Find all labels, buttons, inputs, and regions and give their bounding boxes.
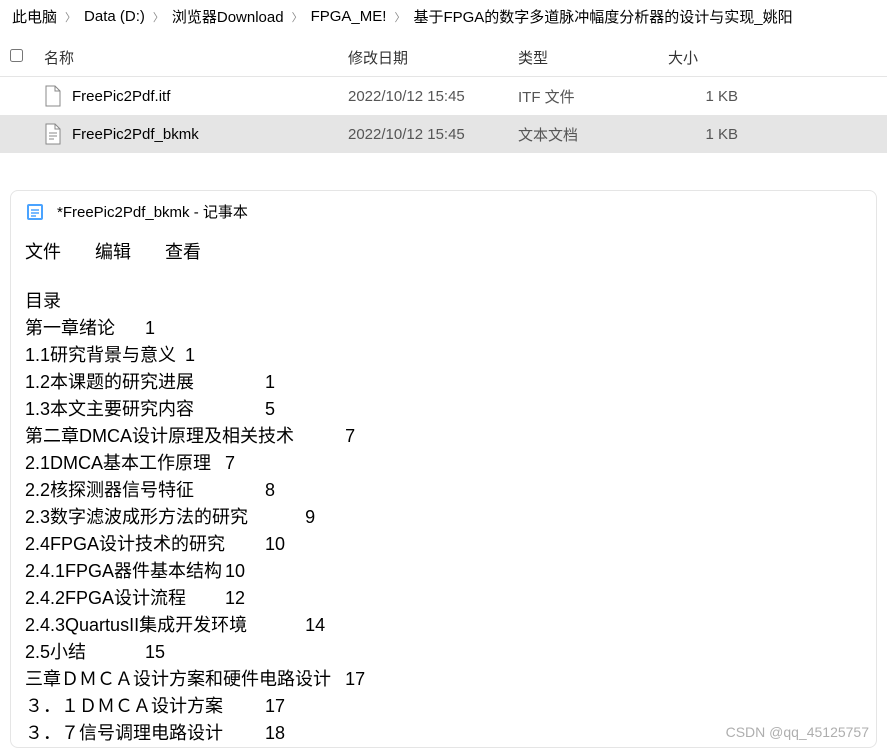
file-list-header: 名称 修改日期 类型 大小: [0, 41, 887, 77]
breadcrumb-item[interactable]: FPGA_ME!: [311, 8, 387, 25]
file-row[interactable]: FreePic2Pdf_bkmk 2022/10/12 15:45 文本文档 1…: [0, 115, 887, 153]
breadcrumb-item[interactable]: 此电脑: [12, 6, 57, 27]
breadcrumb-item[interactable]: Data (D:): [84, 8, 145, 25]
file-size: 1 KB: [668, 126, 768, 143]
chevron-right-icon: 〉: [290, 9, 305, 25]
breadcrumb-item[interactable]: 浏览器Download: [172, 6, 284, 27]
watermark: CSDN @qq_45125757: [726, 724, 869, 740]
notepad-titlebar[interactable]: *FreePic2Pdf_bkmk - 记事本: [11, 191, 876, 228]
select-all-checkbox[interactable]: [0, 49, 28, 66]
menu-edit[interactable]: 编辑: [95, 238, 131, 264]
chevron-right-icon: 〉: [63, 9, 78, 25]
menu-view[interactable]: 查看: [165, 238, 201, 264]
column-header-size[interactable]: 大小: [668, 47, 768, 68]
file-type: ITF 文件: [518, 86, 668, 107]
notepad-title: *FreePic2Pdf_bkmk - 记事本: [57, 201, 248, 222]
file-list: 名称 修改日期 类型 大小 FreePic2Pdf.itf 2022/10/12…: [0, 41, 887, 153]
column-header-date[interactable]: 修改日期: [348, 47, 518, 68]
chevron-right-icon: 〉: [151, 9, 166, 25]
file-row[interactable]: FreePic2Pdf.itf 2022/10/12 15:45 ITF 文件 …: [0, 77, 887, 115]
notepad-text-area[interactable]: 目录 第一章绪论 1 1.1研究背景与意义 1 1.2本课题的研究进展 1 1.…: [11, 278, 876, 747]
notepad-menu-bar: 文件 编辑 查看: [11, 228, 876, 278]
column-header-name[interactable]: 名称: [28, 47, 348, 68]
column-header-type[interactable]: 类型: [518, 47, 668, 68]
file-generic-icon: [44, 85, 62, 107]
file-date: 2022/10/12 15:45: [348, 126, 518, 143]
notepad-app-icon: [25, 202, 45, 222]
checkbox[interactable]: [10, 49, 23, 62]
notepad-window: *FreePic2Pdf_bkmk - 记事本 文件 编辑 查看 目录 第一章绪…: [10, 190, 877, 748]
file-date: 2022/10/12 15:45: [348, 88, 518, 105]
breadcrumb-item[interactable]: 基于FPGA的数字多道脉冲幅度分析器的设计与实现_姚阳: [413, 6, 792, 27]
menu-file[interactable]: 文件: [25, 238, 61, 264]
file-text-icon: [44, 123, 62, 145]
file-name: FreePic2Pdf.itf: [72, 88, 170, 105]
breadcrumb: 此电脑 〉 Data (D:) 〉 浏览器Download 〉 FPGA_ME!…: [0, 0, 887, 33]
file-type: 文本文档: [518, 124, 668, 145]
file-size: 1 KB: [668, 88, 768, 105]
chevron-right-icon: 〉: [392, 9, 407, 25]
file-name: FreePic2Pdf_bkmk: [72, 126, 199, 143]
